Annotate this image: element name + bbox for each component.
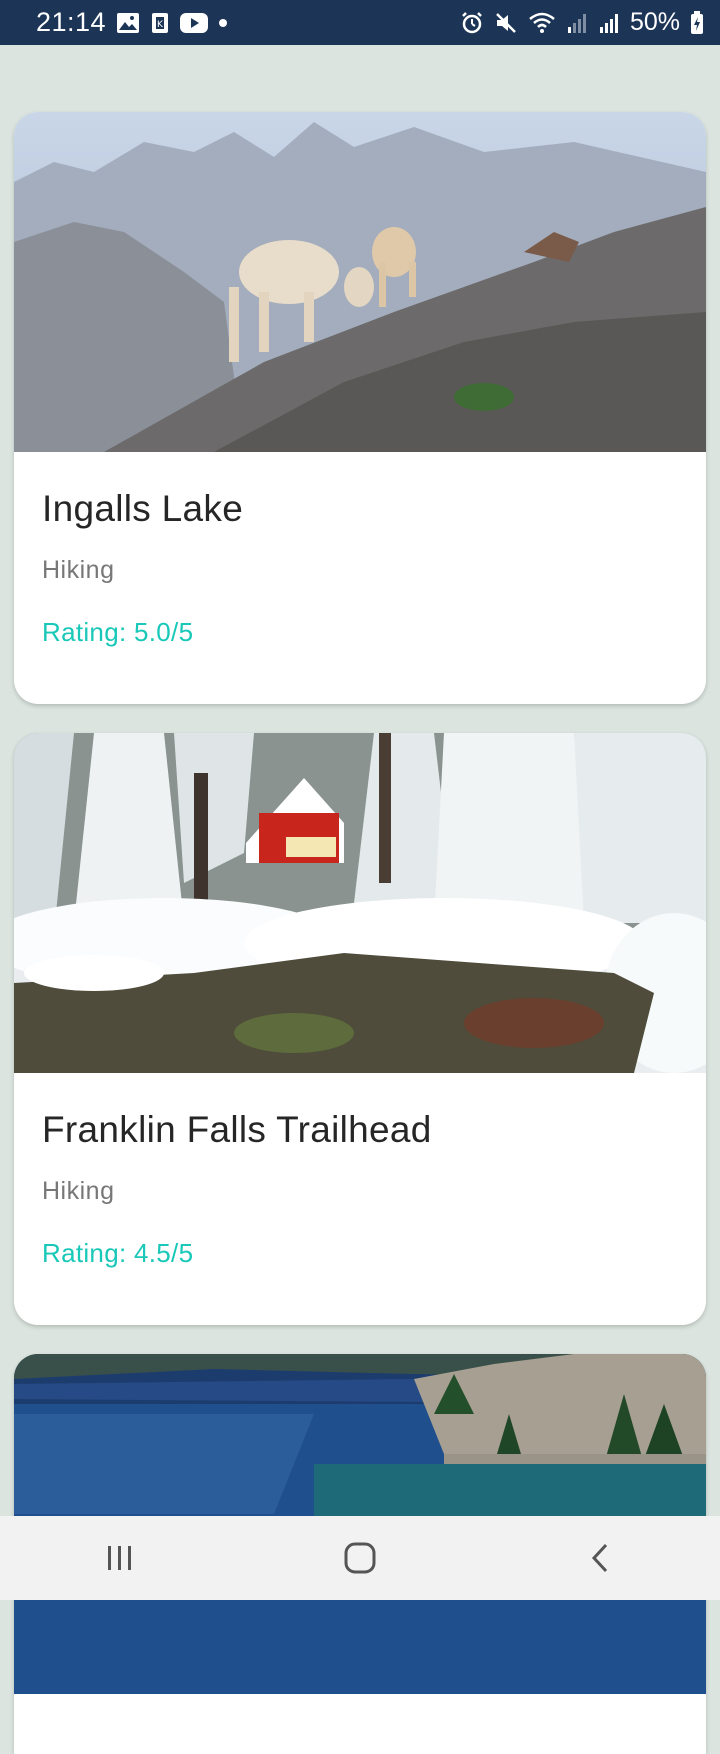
gallery-icon (116, 12, 140, 34)
trail-title: Ingalls Lake (42, 488, 244, 529)
alarm-icon (460, 11, 484, 35)
wifi-icon (528, 11, 556, 35)
mountain-goats-photo (14, 112, 706, 452)
recent-apps-icon (108, 1546, 131, 1570)
status-bar-left: 21:14 K (36, 7, 228, 38)
trail-card-body: Ingalls Lake Hiking Rating: 5.0/5 (14, 452, 706, 648)
more-notifications-dot (218, 18, 228, 28)
recent-apps-button[interactable] (80, 1528, 160, 1588)
battery-charging-icon (690, 10, 704, 35)
trail-rating: Rating: 5.0/5 (42, 617, 194, 647)
back-icon (591, 1543, 608, 1573)
trail-card-body: Franklin Falls Trailhead Hiking Rating: … (14, 1073, 706, 1269)
status-bar: 21:14 K 50% (0, 0, 720, 45)
trail-title: Franklin Falls Trailhead (42, 1109, 432, 1150)
home-button[interactable] (320, 1528, 400, 1588)
trail-category: Hiking (42, 556, 115, 584)
battery-percentage: 50% (629, 8, 680, 36)
trail-card[interactable]: Franklin Falls Trailhead Hiking Rating: … (14, 733, 706, 1325)
back-button[interactable] (560, 1528, 640, 1588)
status-time: 21:14 (36, 7, 107, 37)
trail-category: Hiking (42, 1177, 115, 1205)
signal-icon (598, 12, 620, 34)
system-navigation-bar (0, 1516, 720, 1600)
youtube-icon (180, 12, 209, 33)
trail-rating: Rating: 4.5/5 (42, 1238, 194, 1268)
trail-card[interactable]: Ingalls Lake Hiking Rating: 5.0/5 (14, 112, 706, 704)
signal-icon (566, 12, 588, 34)
home-icon (344, 1542, 376, 1574)
app-notification-icon: K (150, 12, 170, 34)
snowy-cabin-creek-photo (14, 733, 706, 1073)
status-bar-right: 50% (460, 8, 704, 37)
mute-icon (494, 11, 518, 35)
